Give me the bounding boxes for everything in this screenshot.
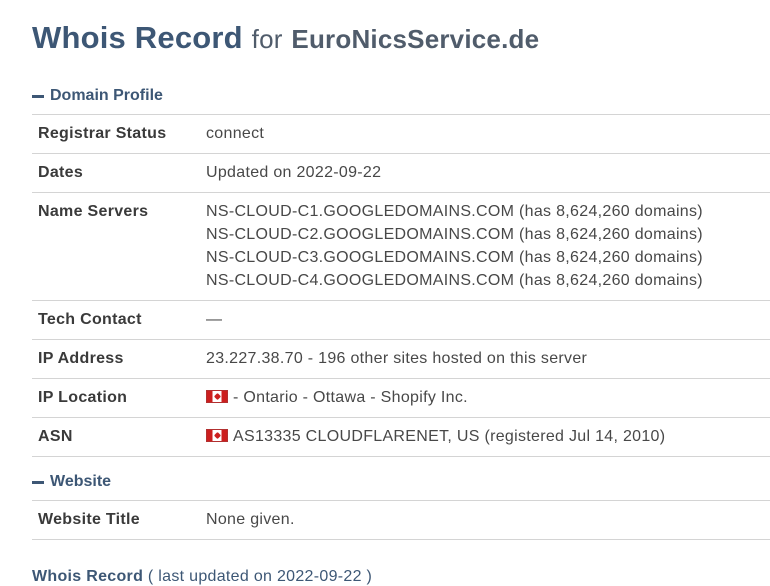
- table-row: IP Address 23.227.38.70 - 196 other site…: [32, 339, 770, 379]
- domain-profile-toggle[interactable]: Domain Profile: [32, 85, 770, 107]
- name-server-4: NS-CLOUD-C4.GOOGLEDOMAINS.COM (has 8,624…: [206, 272, 703, 289]
- collapse-icon: [32, 94, 44, 98]
- domain-profile-heading: Domain Profile: [50, 87, 163, 104]
- page-title-for: for: [251, 24, 283, 54]
- table-row: ASN AS13335 CLOUDFLARENET, US (registere…: [32, 417, 770, 457]
- canada-flag-icon: [206, 429, 228, 442]
- name-servers-value: NS-CLOUD-C1.GOOGLEDOMAINS.COM (has 8,624…: [200, 193, 770, 301]
- website-table: Website Title None given.: [32, 500, 770, 540]
- whois-page: Whois Record for EuroNicsService.de Doma…: [0, 0, 770, 586]
- page-title-domain: EuroNicsService.de: [291, 24, 540, 54]
- ip-location-label: IP Location: [38, 389, 128, 406]
- dates-label: Dates: [38, 164, 84, 181]
- asn-cell: AS13335 CLOUDFLARENET, US (registered Ju…: [200, 418, 770, 457]
- ip-address-label: IP Address: [38, 350, 124, 367]
- website-title-label: Website Title: [38, 511, 141, 528]
- whois-record-footer-title: Whois Record: [32, 568, 144, 585]
- whois-record-footer: Whois Record ( last updated on 2022-09-2…: [32, 568, 770, 586]
- dates-value: Updated on 2022-09-22: [206, 164, 382, 181]
- website-heading: Website: [50, 473, 112, 490]
- table-row: Website Title None given.: [32, 500, 770, 540]
- domain-profile-table: Registrar Status connect Dates Updated o…: [32, 114, 770, 457]
- table-row: Tech Contact —: [32, 300, 770, 340]
- name-server-1: NS-CLOUD-C1.GOOGLEDOMAINS.COM (has 8,624…: [206, 203, 703, 220]
- page-title-main: Whois Record: [32, 20, 243, 55]
- collapse-icon: [32, 480, 44, 484]
- tech-contact-value: —: [206, 311, 223, 328]
- asn-label: ASN: [38, 428, 73, 445]
- registrar-status-value: connect: [206, 125, 265, 142]
- table-row: Registrar Status connect: [32, 114, 770, 154]
- name-server-3: NS-CLOUD-C3.GOOGLEDOMAINS.COM (has 8,624…: [206, 249, 703, 266]
- canada-flag-icon: [206, 390, 228, 403]
- table-row: IP Location - Ontario - Ottawa - Shopify…: [32, 378, 770, 418]
- name-servers-label: Name Servers: [38, 203, 149, 220]
- table-row: Dates Updated on 2022-09-22: [32, 153, 770, 193]
- whois-record-footer-note: ( last updated on 2022-09-22 ): [147, 568, 373, 585]
- registrar-status-label: Registrar Status: [38, 125, 167, 142]
- tech-contact-label: Tech Contact: [38, 311, 142, 328]
- website-toggle[interactable]: Website: [32, 471, 770, 493]
- asn-value: AS13335 CLOUDFLARENET, US (registered Ju…: [233, 428, 666, 445]
- page-title: Whois Record for EuroNicsService.de: [32, 18, 770, 59]
- ip-location-cell: - Ontario - Ottawa - Shopify Inc.: [200, 379, 770, 418]
- ip-address-value: 23.227.38.70 - 196 other sites hosted on…: [206, 350, 588, 367]
- website-title-value: None given.: [206, 511, 295, 528]
- table-row: Name Servers NS-CLOUD-C1.GOOGLEDOMAINS.C…: [32, 192, 770, 301]
- ip-location-value: - Ontario - Ottawa - Shopify Inc.: [233, 389, 468, 406]
- name-server-2: NS-CLOUD-C2.GOOGLEDOMAINS.COM (has 8,624…: [206, 226, 703, 243]
